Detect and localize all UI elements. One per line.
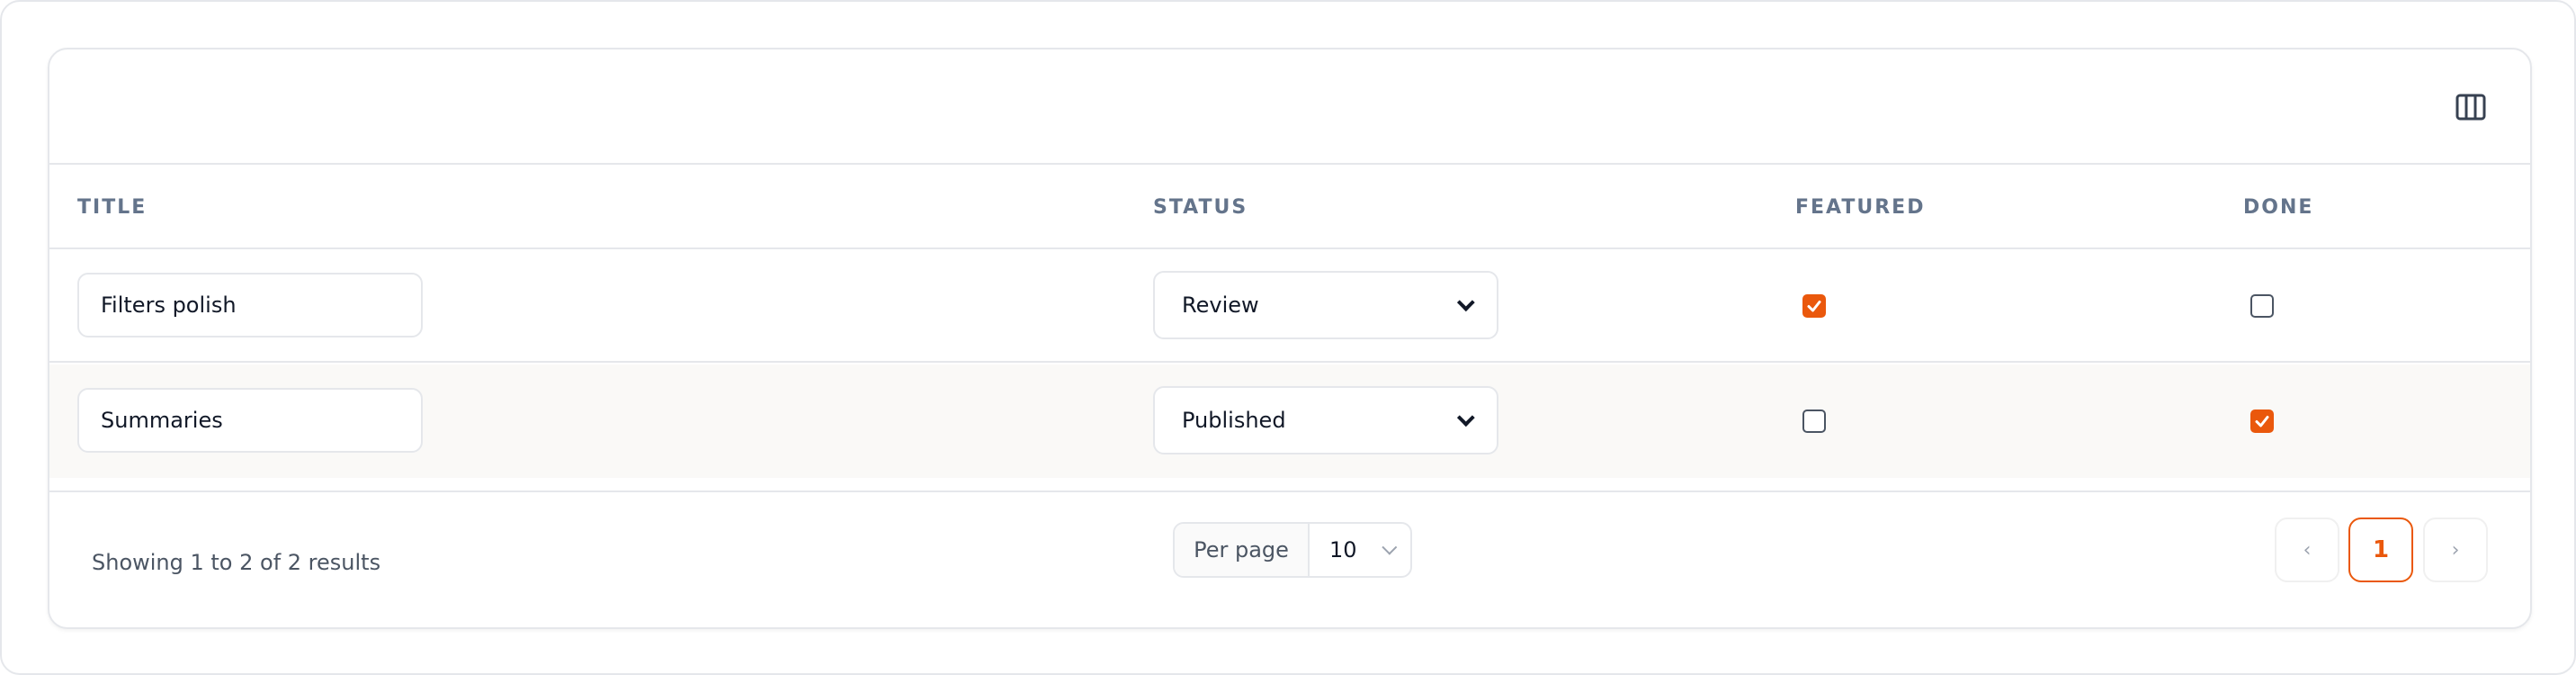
chevron-down-icon xyxy=(1382,539,1398,555)
column-header-done[interactable]: DONE xyxy=(2243,165,2313,249)
column-header-featured[interactable]: FEATURED xyxy=(1795,165,1925,249)
status-select[interactable]: Published xyxy=(1153,386,1498,454)
per-page-label: Per page xyxy=(1175,524,1310,576)
previous-page-button[interactable]: ‹ xyxy=(2275,518,2339,582)
done-checkbox[interactable] xyxy=(2250,410,2274,433)
page-number: 1 xyxy=(2372,536,2390,563)
column-header-status[interactable]: STATUS xyxy=(1153,165,1248,249)
table-row: Published xyxy=(49,364,2530,478)
per-page-control: Per page 10 xyxy=(1173,522,1412,578)
next-page-button[interactable]: › xyxy=(2423,518,2488,582)
chevron-down-icon xyxy=(1456,409,1475,428)
per-page-value: 10 xyxy=(1329,537,1357,562)
table-row: Review xyxy=(49,249,2530,363)
columns-toggle-button[interactable] xyxy=(2455,91,2487,123)
table-card: TITLE STATUS FEATURED DONE Review Publis xyxy=(48,48,2532,629)
featured-checkbox[interactable] xyxy=(1802,294,1826,318)
results-summary: Showing 1 to 2 of 2 results xyxy=(92,550,381,575)
title-input[interactable] xyxy=(77,388,423,453)
check-icon xyxy=(2255,416,2269,428)
status-select[interactable]: Review xyxy=(1153,271,1498,339)
per-page-select[interactable]: 10 xyxy=(1310,524,1410,576)
chevron-right-icon: › xyxy=(2451,538,2460,562)
check-icon xyxy=(1807,301,1821,312)
status-value: Published xyxy=(1182,408,1286,433)
table-toolbar xyxy=(49,50,2530,165)
chevron-down-icon xyxy=(1456,293,1475,312)
title-input[interactable] xyxy=(77,273,423,338)
column-header-title[interactable]: TITLE xyxy=(77,165,147,249)
table-header: TITLE STATUS FEATURED DONE xyxy=(49,165,2530,249)
page-frame: TITLE STATUS FEATURED DONE Review Publis xyxy=(0,0,2576,675)
columns-icon xyxy=(2455,94,2486,121)
status-value: Review xyxy=(1182,292,1259,318)
page-1-button[interactable]: 1 xyxy=(2348,518,2413,582)
featured-checkbox[interactable] xyxy=(1802,410,1826,433)
chevron-left-icon: ‹ xyxy=(2303,538,2312,562)
done-checkbox[interactable] xyxy=(2250,294,2274,318)
table-footer: Showing 1 to 2 of 2 results Per page 10 … xyxy=(49,490,2530,627)
